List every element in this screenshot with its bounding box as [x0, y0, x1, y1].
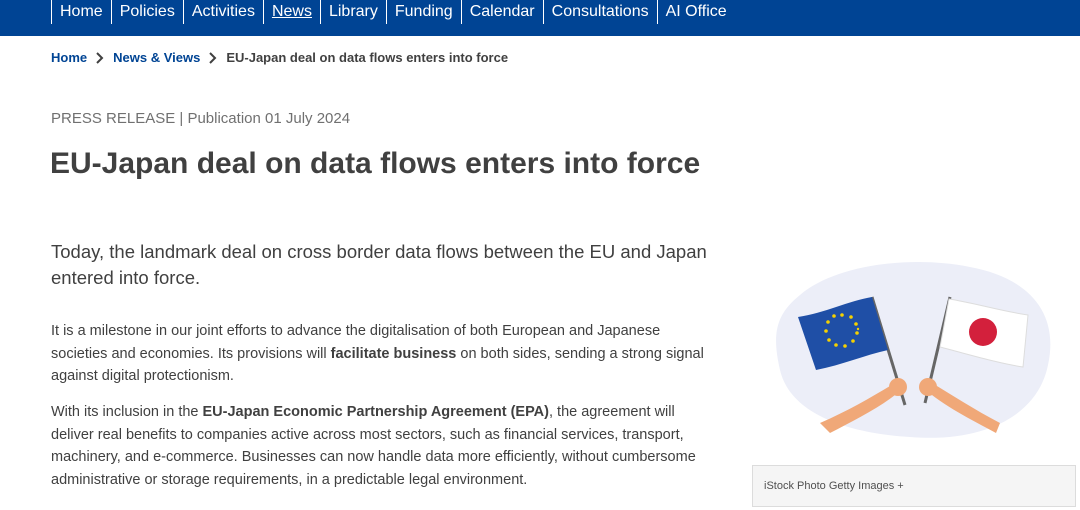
nav-item-label: Funding	[394, 3, 453, 20]
nav-item-label: News	[271, 3, 312, 20]
nav-item-library[interactable]: Library	[319, 0, 386, 24]
nav-item-news[interactable]: News	[262, 0, 320, 24]
nav-item-consultations[interactable]: Consultations	[542, 0, 657, 24]
nav-item-label: Consultations	[551, 3, 649, 20]
article-image	[760, 255, 1070, 455]
text-segment: With its inclusion in the	[51, 404, 203, 420]
nav-item-label: Home	[60, 3, 103, 20]
top-navigation: Home Policies Activities News Library Fu…	[0, 0, 1080, 36]
nav-item-activities[interactable]: Activities	[182, 0, 263, 24]
page-title: EU-Japan deal on data flows enters into …	[50, 147, 701, 180]
nav-item-calendar[interactable]: Calendar	[460, 0, 543, 24]
nav-item-label: Library	[328, 3, 378, 20]
nav-item-label: Policies	[119, 3, 175, 20]
body-paragraph-1: It is a milestone in our joint efforts t…	[51, 320, 716, 388]
nav-list: Home Policies Activities News Library Fu…	[0, 0, 1080, 24]
breadcrumb-current: EU-Japan deal on data flows enters into …	[226, 50, 509, 65]
breadcrumb-news-link[interactable]: News & Views	[113, 50, 200, 65]
nav-item-ai-office[interactable]: AI Office	[656, 0, 735, 24]
nav-item-funding[interactable]: Funding	[385, 0, 461, 24]
nav-item-home[interactable]: Home	[51, 0, 111, 24]
nav-item-label: AI Office	[665, 3, 727, 20]
nav-item-policies[interactable]: Policies	[110, 0, 183, 24]
body-paragraph-2: With its inclusion in the EU-Japan Econo…	[51, 401, 719, 491]
publication-meta: PRESS RELEASE | Publication 01 July 2024	[51, 110, 351, 127]
bold-text: EU-Japan Economic Partnership Agreement …	[202, 404, 549, 420]
nav-item-label: Activities	[191, 3, 255, 20]
breadcrumb-home-link[interactable]: Home	[51, 50, 87, 65]
chevron-right-icon	[92, 51, 108, 65]
image-caption: iStock Photo Getty Images +	[752, 465, 1076, 507]
lead-paragraph: Today, the landmark deal on cross border…	[51, 241, 707, 288]
breadcrumb: Home News & Views EU-Japan deal on data …	[51, 50, 508, 65]
chevron-right-icon	[205, 51, 221, 65]
nav-item-label: Calendar	[469, 3, 535, 20]
bold-text: facilitate business	[330, 345, 457, 362]
